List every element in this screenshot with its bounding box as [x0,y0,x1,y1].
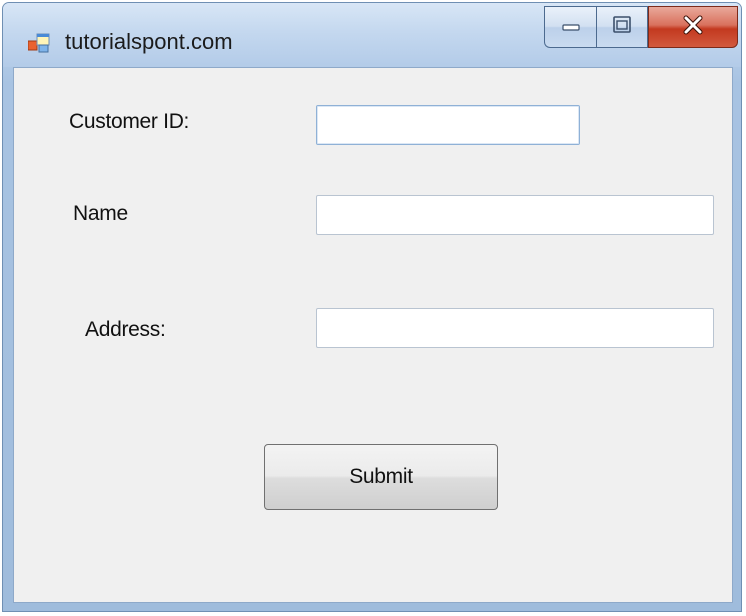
minimize-button[interactable] [544,6,596,48]
close-button[interactable] [648,6,738,48]
address-label: Address: [85,318,166,341]
name-label: Name [73,202,128,225]
maximize-icon [611,15,633,40]
title-bar[interactable]: tutorialspont.com [3,3,741,67]
maximize-button[interactable] [596,6,648,48]
minimize-icon [560,18,582,37]
window-title: tutorialspont.com [65,29,233,54]
submit-button[interactable]: Submit [264,444,498,510]
winforms-app-icon[interactable] [27,33,50,53]
customer-id-label: Customer ID: [69,110,190,133]
app-window: tutorialspont.com Customer ID: Name Addr… [2,2,742,612]
form-client-area: Customer ID: Name Address: Submit [13,67,733,603]
address-input[interactable] [316,308,714,348]
caption-buttons [544,6,738,48]
customer-id-input[interactable] [316,105,580,145]
name-input[interactable] [316,195,714,235]
close-icon [682,15,704,40]
